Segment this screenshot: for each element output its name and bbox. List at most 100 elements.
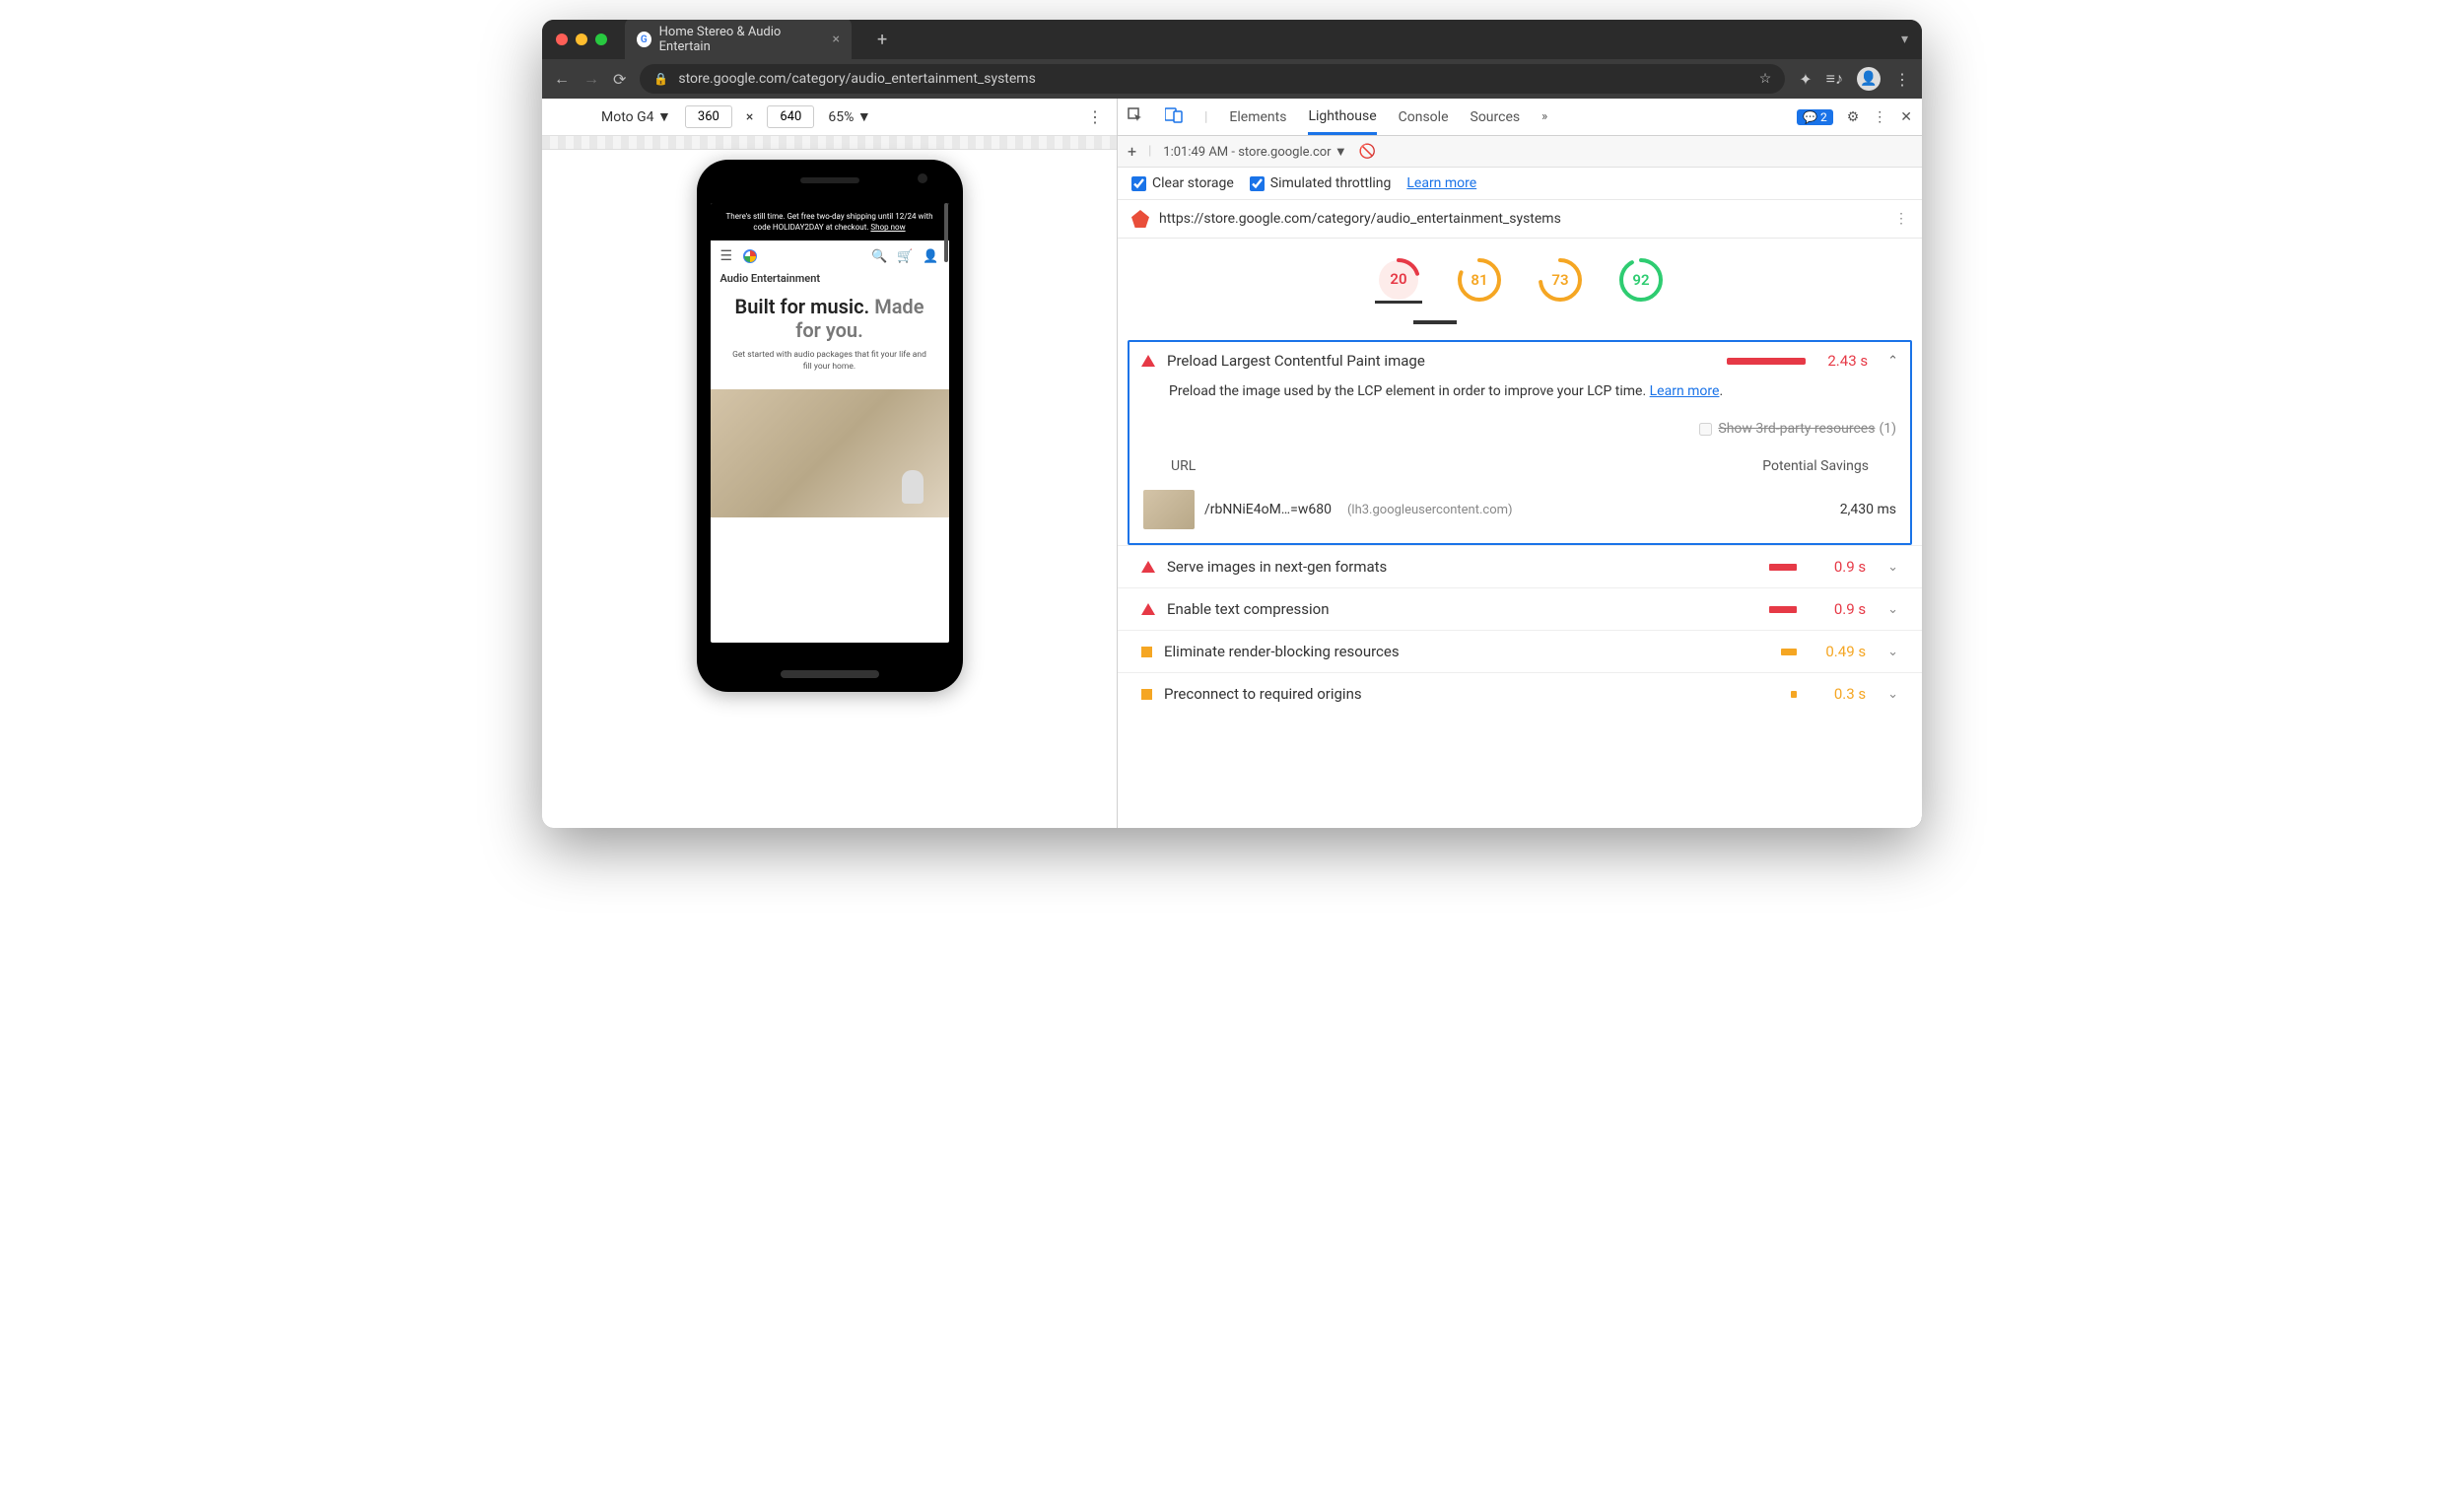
- opportunity-title: Enable text compression: [1167, 600, 1330, 618]
- new-tab-button[interactable]: +: [869, 30, 895, 50]
- tab-sources[interactable]: Sources: [1471, 109, 1521, 125]
- col-savings: Potential Savings: [1762, 458, 1869, 474]
- report-menu-icon[interactable]: ⋮: [1894, 211, 1908, 227]
- table-row[interactable]: /rbNNiE4oM…=w680 (lh3.googleusercontent.…: [1143, 482, 1896, 537]
- close-devtools-icon[interactable]: ✕: [1900, 109, 1912, 125]
- opportunity-title: Preconnect to required origins: [1164, 685, 1362, 703]
- tab-console[interactable]: Console: [1399, 109, 1449, 125]
- promo-banner: There's still time. Get free two-day shi…: [711, 203, 949, 240]
- device-mode-icon[interactable]: [1165, 107, 1183, 127]
- phone-screen[interactable]: There's still time. Get free two-day shi…: [711, 203, 949, 643]
- url-text: store.google.com/category/audio_entertai…: [678, 71, 1035, 87]
- simulated-throttling-checkbox[interactable]: Simulated throttling: [1250, 175, 1392, 191]
- reading-list-icon[interactable]: ≡♪: [1826, 69, 1843, 89]
- audit-title: Preload Largest Contentful Paint image: [1167, 352, 1425, 370]
- opportunity-row[interactable]: Enable text compression 0.9 s ⌄: [1118, 587, 1922, 630]
- url-field[interactable]: 🔒 store.google.com/category/audio_entert…: [640, 64, 1785, 94]
- page-scrollbar[interactable]: [944, 203, 948, 262]
- chevron-down-icon[interactable]: ⌄: [1887, 687, 1898, 702]
- device-toolbar-menu-icon[interactable]: ⋮: [1087, 107, 1103, 126]
- options-learn-more-link[interactable]: Learn more: [1406, 175, 1476, 191]
- lighthouse-options: Clear storage Simulated throttling Learn…: [1118, 168, 1922, 200]
- tabs-overflow-icon[interactable]: »: [1541, 109, 1547, 124]
- opportunity-value: 0.9 s: [1818, 600, 1866, 618]
- page-heading: Audio Entertainment: [711, 272, 949, 285]
- audit-table: URL Potential Savings /rbNNiE4oM…=w680 (…: [1129, 445, 1910, 543]
- account-icon[interactable]: 👤: [923, 249, 938, 264]
- gauge-best-practices[interactable]: 73: [1537, 256, 1584, 304]
- browser-tab[interactable]: G Home Stereo & Audio Entertain ×: [625, 20, 852, 61]
- audited-url-text: https://store.google.com/category/audio_…: [1159, 211, 1561, 227]
- warning-triangle-icon: [1141, 603, 1155, 615]
- device-selector[interactable]: Moto G4 ▼: [601, 108, 671, 125]
- back-button[interactable]: ←: [554, 69, 570, 89]
- gauge-performance[interactable]: 20: [1375, 256, 1422, 304]
- chevron-down-icon[interactable]: ⌄: [1887, 560, 1898, 575]
- cart-icon[interactable]: 🛒: [897, 249, 913, 264]
- titlebar: G Home Stereo & Audio Entertain × + ▾: [542, 20, 1922, 59]
- phone-home-button: [781, 670, 879, 678]
- clear-storage-checkbox[interactable]: Clear storage: [1131, 175, 1234, 191]
- resource-savings: 2,430 ms: [1840, 502, 1896, 517]
- opportunity-value: 0.9 s: [1818, 558, 1866, 576]
- chevron-down-icon[interactable]: ⌄: [1887, 645, 1898, 659]
- menu-icon[interactable]: ⋮: [1894, 70, 1910, 89]
- settings-icon[interactable]: ⚙: [1847, 109, 1860, 125]
- google-logo-icon: [742, 248, 758, 264]
- maximize-window-icon[interactable]: [595, 34, 607, 45]
- minimize-window-icon[interactable]: [576, 34, 587, 45]
- close-tab-icon[interactable]: ×: [833, 32, 840, 47]
- search-icon[interactable]: 🔍: [871, 249, 887, 264]
- warning-square-icon: [1141, 689, 1152, 700]
- opportunity-row[interactable]: Preconnect to required origins 0.3 s ⌄: [1118, 672, 1922, 715]
- resource-host: (lh3.googleusercontent.com): [1347, 503, 1513, 517]
- profile-avatar[interactable]: 👤: [1857, 67, 1881, 91]
- audit-header[interactable]: Preload Largest Contentful Paint image 2…: [1129, 342, 1910, 379]
- warning-triangle-icon: [1141, 355, 1155, 367]
- audit-bar: [1727, 358, 1806, 365]
- tab-overflow-icon[interactable]: ▾: [1901, 32, 1908, 47]
- clear-icon[interactable]: 🚫: [1359, 144, 1376, 160]
- extensions-icon[interactable]: ✦: [1799, 70, 1812, 89]
- phone-speaker: [800, 177, 859, 183]
- close-window-icon[interactable]: [556, 34, 568, 45]
- opportunity-row[interactable]: Serve images in next-gen formats 0.9 s ⌄: [1118, 545, 1922, 587]
- viewport-width-input[interactable]: [685, 105, 732, 128]
- hero-subtitle: Get started with audio packages that fit…: [732, 350, 927, 374]
- audit-value: 2.43 s: [1827, 352, 1868, 370]
- opportunity-bar: [1781, 649, 1797, 655]
- phone-frame: There's still time. Get free two-day shi…: [697, 160, 963, 692]
- store-appbar: ☰ 🔍 🛒 👤: [711, 240, 949, 272]
- warning-square-icon: [1141, 647, 1152, 657]
- report-selector[interactable]: 1:01:49 AM - store.google.cor ▼: [1163, 144, 1346, 160]
- banner-link[interactable]: Shop now: [870, 223, 905, 232]
- viewport-height-input[interactable]: [767, 105, 814, 128]
- third-party-toggle[interactable]: Show 3rd-party resources (1): [1129, 413, 1910, 445]
- forward-button[interactable]: →: [583, 69, 599, 89]
- opportunity-row[interactable]: Eliminate render-blocking resources 0.49…: [1118, 630, 1922, 672]
- gauge-selection-indicator: [1413, 320, 1457, 324]
- new-report-icon[interactable]: +: [1128, 142, 1136, 161]
- lighthouse-icon: [1131, 210, 1149, 228]
- opportunity-title: Eliminate render-blocking resources: [1164, 643, 1400, 660]
- dimension-separator: ×: [746, 109, 753, 125]
- resource-path: /rbNNiE4oM…=w680: [1204, 502, 1332, 517]
- inspect-icon[interactable]: [1128, 107, 1143, 127]
- tab-elements[interactable]: Elements: [1229, 109, 1286, 125]
- devtools-pane: | Elements Lighthouse Console Sources » …: [1118, 99, 1922, 828]
- devtools-menu-icon[interactable]: ⋮: [1873, 109, 1886, 125]
- messages-badge[interactable]: 💬 2: [1797, 109, 1833, 125]
- bookmark-icon[interactable]: ☆: [1759, 71, 1772, 87]
- gauge-seo[interactable]: 92: [1617, 256, 1665, 304]
- hamburger-icon[interactable]: ☰: [720, 248, 733, 264]
- gauge-accessibility[interactable]: 81: [1456, 256, 1503, 304]
- tab-lighthouse[interactable]: Lighthouse: [1308, 108, 1376, 135]
- audit-learn-more-link[interactable]: Learn more: [1650, 383, 1720, 399]
- lock-icon: 🔒: [653, 72, 668, 86]
- opportunity-value: 0.49 s: [1818, 643, 1866, 660]
- reload-button[interactable]: ⟳: [613, 70, 626, 89]
- zoom-selector[interactable]: 65% ▼: [828, 108, 870, 125]
- lighthouse-subbar: + | 1:01:49 AM - store.google.cor ▼ 🚫: [1118, 136, 1922, 168]
- chevron-down-icon[interactable]: ⌄: [1887, 602, 1898, 617]
- chevron-up-icon[interactable]: ⌃: [1887, 354, 1898, 369]
